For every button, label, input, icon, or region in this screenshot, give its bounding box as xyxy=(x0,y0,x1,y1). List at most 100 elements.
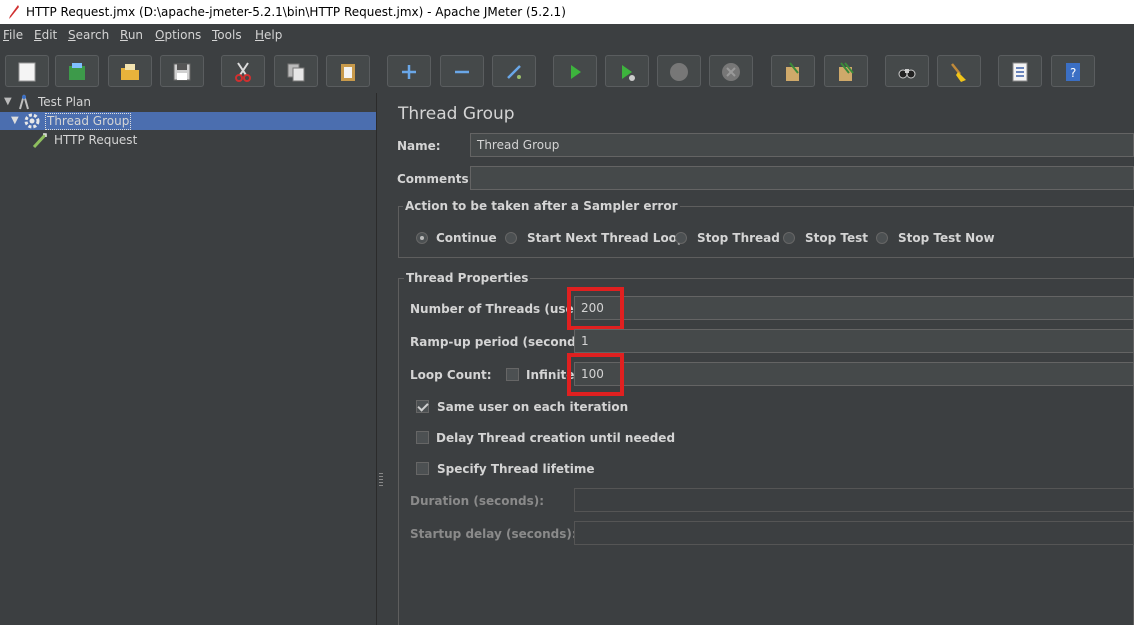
start-icon xyxy=(571,65,581,79)
tree-item-test-plan[interactable]: ▼ Test Plan xyxy=(0,93,376,111)
shutdown-icon xyxy=(722,63,740,81)
thread-lifetime-label[interactable]: Specify Thread lifetime xyxy=(437,462,595,476)
comments-field[interactable] xyxy=(470,166,1134,190)
menu-edit[interactable]: Edit xyxy=(34,28,57,42)
function-helper-icon xyxy=(1012,62,1028,82)
infinite-checkbox[interactable] xyxy=(506,368,519,381)
same-user-checkbox[interactable] xyxy=(416,400,429,413)
collapse-icon xyxy=(455,70,469,74)
toggle-button[interactable] xyxy=(492,55,536,87)
paste-icon xyxy=(341,64,355,81)
startup-delay-field xyxy=(574,521,1134,545)
help-button[interactable]: ? xyxy=(1051,55,1095,87)
clear-icon xyxy=(786,62,799,81)
start-no-pauses-button[interactable] xyxy=(605,55,649,87)
radio-stop-thread-label[interactable]: Stop Thread xyxy=(697,231,780,245)
radio-start-next-thread-loop[interactable] xyxy=(505,232,517,244)
stop-button[interactable] xyxy=(657,55,701,87)
clear-button[interactable] xyxy=(771,55,815,87)
startup-delay-label: Startup delay (seconds): xyxy=(410,527,577,541)
expand-all-button[interactable] xyxy=(387,55,431,87)
menu-run[interactable]: Run xyxy=(120,28,143,42)
menu-search[interactable]: Search xyxy=(68,28,109,42)
templates-button[interactable] xyxy=(55,55,99,87)
threads-field[interactable]: 200 xyxy=(574,296,1134,320)
loop-count-field[interactable]: 100 xyxy=(574,362,1134,386)
comments-label: Comments: xyxy=(397,172,474,186)
duration-label: Duration (seconds): xyxy=(410,494,545,508)
collapse-all-button[interactable] xyxy=(440,55,484,87)
help-icon: ? xyxy=(1066,63,1080,81)
delay-thread-checkbox[interactable] xyxy=(416,431,429,444)
tree-item-thread-group[interactable]: ▼ Thread Group xyxy=(0,112,376,130)
menu-tools[interactable]: Tools xyxy=(212,28,242,42)
tree-item-label: Test Plan xyxy=(38,95,91,109)
clear-all-button[interactable] xyxy=(824,55,868,87)
radio-stop-test-now[interactable] xyxy=(876,232,888,244)
tree-item-label: Thread Group xyxy=(45,113,132,130)
chevron-down-icon[interactable]: ▼ xyxy=(4,93,12,111)
threads-highlight-box xyxy=(567,287,624,330)
radio-start-next-thread-loop-label[interactable]: Start Next Thread Loop xyxy=(527,231,686,245)
cut-icon xyxy=(235,62,251,82)
split-pane-divider[interactable] xyxy=(376,93,386,625)
feather-logo-icon xyxy=(9,5,19,19)
menu-bar: File Edit Search Run Options Tools Help xyxy=(0,25,1134,46)
panel-heading: Thread Group xyxy=(398,104,515,124)
window-title-bar: HTTP Request.jmx (D:\apache-jmeter-5.2.1… xyxy=(0,0,1134,24)
http-request-sampler-icon xyxy=(32,132,48,148)
new-button[interactable] xyxy=(5,55,49,87)
expand-icon xyxy=(402,65,416,79)
function-helper-button[interactable] xyxy=(998,55,1042,87)
new-icon xyxy=(18,62,36,82)
rampup-field[interactable]: 1 xyxy=(574,329,1134,353)
radio-continue-label[interactable]: Continue xyxy=(436,231,497,245)
rampup-label: Ramp-up period (seconds): xyxy=(410,335,594,349)
tree-item-http-request[interactable]: HTTP Request xyxy=(0,131,376,149)
chevron-down-icon[interactable]: ▼ xyxy=(11,112,19,130)
test-plan-icon xyxy=(19,94,29,110)
radio-stop-test-label[interactable]: Stop Test xyxy=(805,231,868,245)
radio-stop-test-now-label[interactable]: Stop Test Now xyxy=(898,231,995,245)
toggle-icon xyxy=(507,65,521,79)
save-button[interactable] xyxy=(160,55,204,87)
search-button[interactable] xyxy=(885,55,929,87)
name-field[interactable]: Thread Group xyxy=(470,133,1134,157)
loop-count-highlight-box xyxy=(567,353,624,396)
reset-search-button[interactable] xyxy=(937,55,981,87)
radio-continue[interactable] xyxy=(416,232,428,244)
radio-stop-thread[interactable] xyxy=(675,232,687,244)
save-icon xyxy=(173,63,191,81)
sampler-error-action-title: Action to be taken after a Sampler error xyxy=(403,199,680,213)
thread-lifetime-checkbox[interactable] xyxy=(416,462,429,475)
svg-text:?: ? xyxy=(1070,66,1076,80)
duration-field xyxy=(574,488,1134,512)
copy-icon xyxy=(287,63,305,82)
menu-file[interactable]: File xyxy=(3,28,23,42)
toolbar: ? xyxy=(0,50,1134,92)
thread-properties-title: Thread Properties xyxy=(404,271,531,285)
stop-icon xyxy=(670,63,688,81)
same-user-label[interactable]: Same user on each iteration xyxy=(437,400,628,414)
menu-help[interactable]: Help xyxy=(255,28,282,42)
copy-button[interactable] xyxy=(274,55,318,87)
paste-button[interactable] xyxy=(326,55,370,87)
divider-grip-icon[interactable] xyxy=(379,473,383,487)
open-button[interactable] xyxy=(108,55,152,87)
window-title: HTTP Request.jmx (D:\apache-jmeter-5.2.1… xyxy=(26,5,566,19)
radio-stop-test[interactable] xyxy=(783,232,795,244)
menu-options[interactable]: Options xyxy=(155,28,201,42)
tree-item-label: HTTP Request xyxy=(54,133,138,147)
thread-group-gear-icon xyxy=(24,113,40,129)
name-label: Name: xyxy=(397,139,441,153)
reset-search-icon xyxy=(951,63,966,82)
test-plan-tree xyxy=(0,93,376,625)
cut-button[interactable] xyxy=(221,55,265,87)
shutdown-button[interactable] xyxy=(709,55,753,87)
loop-count-label: Loop Count: xyxy=(410,368,492,382)
delay-thread-label[interactable]: Delay Thread creation until needed xyxy=(436,431,675,445)
search-icon xyxy=(898,69,916,79)
open-icon xyxy=(121,64,139,80)
clear-all-icon xyxy=(839,62,854,81)
start-button[interactable] xyxy=(553,55,597,87)
